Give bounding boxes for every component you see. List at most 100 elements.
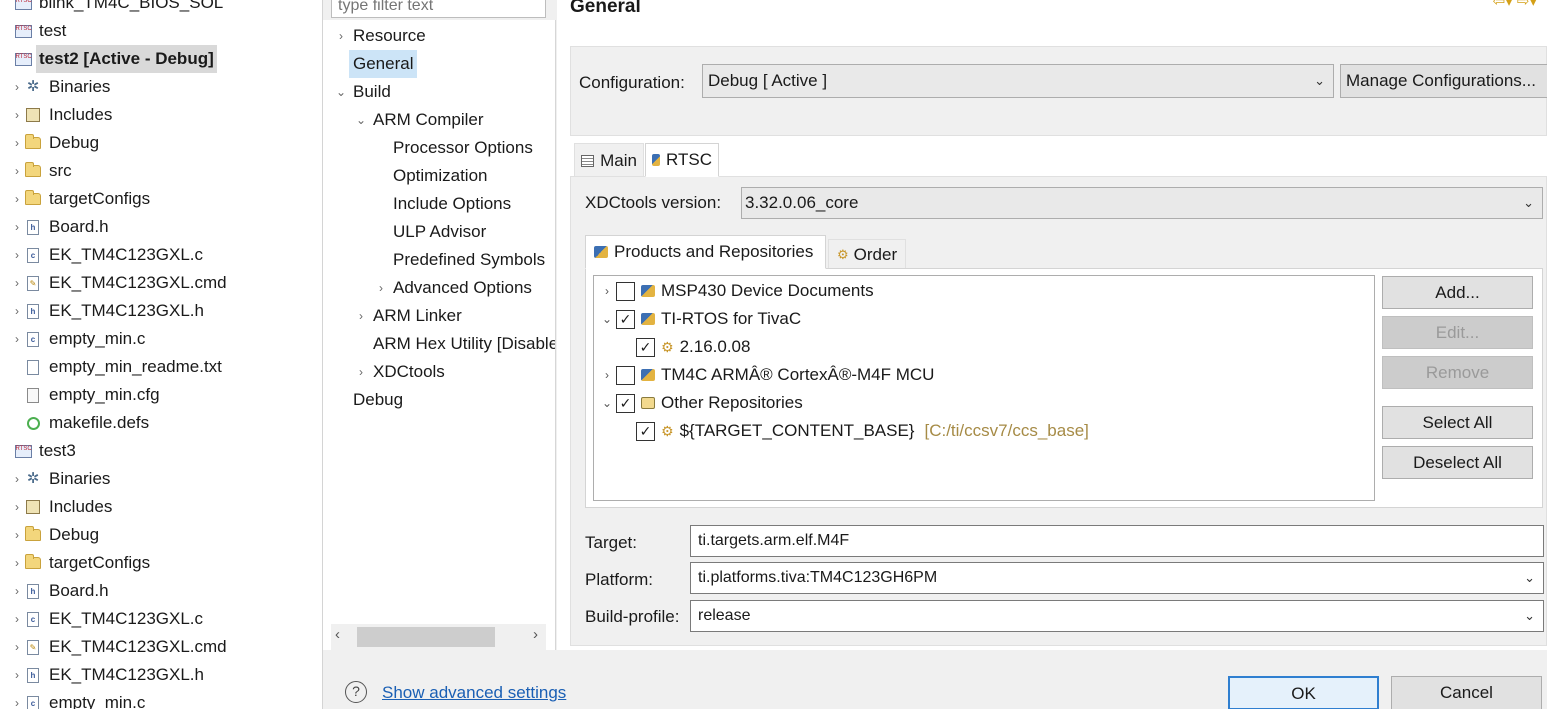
explorer-item[interactable]: › src [0, 157, 322, 185]
repository-item[interactable]: ⌄ ✓ Other Repositories [598, 389, 803, 417]
nav-item[interactable]: General [333, 50, 418, 78]
explorer-item[interactable]: › c empty_min.c [0, 689, 322, 709]
explorer-item[interactable]: empty_min.cfg [0, 381, 322, 409]
nav-item[interactable]: ARM Hex Utility [Disabled] [353, 330, 555, 358]
xdctools-version-select[interactable]: 3.32.0.06_core ⌄ [741, 187, 1543, 219]
explorer-item[interactable]: › ✎ EK_TM4C123GXL.cmd [0, 269, 322, 297]
ok-button[interactable]: OK [1228, 676, 1379, 709]
expand-arrow-icon[interactable]: › [10, 549, 24, 577]
explorer-item[interactable]: › Debug [0, 521, 322, 549]
expand-arrow-icon[interactable]: ⌄ [353, 106, 369, 134]
repository-checkbox[interactable]: ✓ [616, 393, 635, 413]
nav-item[interactable]: Debug [333, 386, 407, 414]
expand-arrow-icon[interactable]: › [10, 157, 24, 185]
scroll-right-icon[interactable]: › [533, 626, 538, 643]
expand-arrow-icon[interactable]: › [10, 633, 24, 661]
build-profile-combo[interactable]: release ⌄ [690, 600, 1544, 632]
scroll-left-icon[interactable]: ‹ [335, 626, 340, 643]
expand-arrow-icon[interactable]: › [10, 213, 24, 241]
help-icon[interactable]: ? [345, 681, 367, 703]
expand-arrow-icon[interactable]: › [10, 661, 24, 689]
explorer-item[interactable]: › Debug [0, 129, 322, 157]
nav-item[interactable]: › ARM Linker [353, 302, 466, 330]
repository-checkbox[interactable] [616, 281, 635, 301]
nav-item[interactable]: › Advanced Options [373, 274, 536, 302]
expand-arrow-icon[interactable]: › [10, 605, 24, 633]
expand-arrow-icon[interactable]: › [598, 361, 616, 389]
expand-arrow-icon[interactable]: › [10, 493, 24, 521]
edit-button[interactable]: Edit... [1382, 316, 1533, 349]
expand-arrow-icon[interactable]: ⌄ [333, 78, 349, 106]
nav-horizontal-scrollbar[interactable]: ‹ › [331, 624, 546, 650]
expand-arrow-icon[interactable]: › [10, 129, 24, 157]
expand-arrow-icon[interactable]: ⌄ [598, 305, 616, 333]
tab-products-and-repositories[interactable]: Products and Repositories [585, 235, 826, 269]
expand-arrow-icon[interactable]: › [10, 521, 24, 549]
expand-arrow-icon[interactable]: › [10, 325, 24, 353]
explorer-item[interactable]: › c EK_TM4C123GXL.c [0, 605, 322, 633]
explorer-item[interactable]: › ✲ Binaries [0, 73, 322, 101]
scrollbar-thumb[interactable] [357, 627, 495, 647]
explorer-item[interactable]: › Includes [0, 101, 322, 129]
expand-arrow-icon[interactable]: › [10, 465, 24, 493]
repository-item[interactable]: ⌄ ✓ TI-RTOS for TivaC [598, 305, 801, 333]
expand-arrow-icon[interactable]: › [10, 73, 24, 101]
explorer-item[interactable]: RTSC test [0, 17, 322, 45]
explorer-item[interactable]: › targetConfigs [0, 549, 322, 577]
nav-item[interactable]: ⌄ Build [333, 78, 395, 106]
expand-arrow-icon[interactable]: › [10, 297, 24, 325]
explorer-item[interactable]: › h EK_TM4C123GXL.h [0, 297, 322, 325]
explorer-item[interactable]: RTSC test3 [0, 437, 322, 465]
explorer-item[interactable]: empty_min_readme.txt [0, 353, 322, 381]
explorer-item[interactable]: › ✎ EK_TM4C123GXL.cmd [0, 633, 322, 661]
repository-item[interactable]: › MSP430 Device Documents [598, 277, 874, 305]
expand-arrow-icon[interactable]: › [10, 241, 24, 269]
explorer-item[interactable]: › h Board.h [0, 213, 322, 241]
repository-checkbox[interactable]: ✓ [616, 309, 635, 329]
select-all-button[interactable]: Select All [1382, 406, 1533, 439]
nav-item[interactable]: Predefined Symbols [373, 246, 549, 274]
deselect-all-button[interactable]: Deselect All [1382, 446, 1533, 479]
repository-item[interactable]: ✓ ⚙ 2.16.0.08 [618, 333, 750, 361]
explorer-item[interactable]: › c empty_min.c [0, 325, 322, 353]
expand-arrow-icon[interactable]: ⌄ [598, 389, 616, 417]
explorer-item[interactable]: › h Board.h [0, 577, 322, 605]
nav-item[interactable]: ULP Advisor [373, 218, 490, 246]
expand-arrow-icon[interactable]: › [10, 577, 24, 605]
repository-item[interactable]: ✓ ⚙ ${TARGET_CONTENT_BASE} [C:/ti/ccsv7/ccs… [618, 417, 1089, 445]
expand-arrow-icon[interactable]: › [373, 274, 389, 302]
nav-item[interactable]: › Resource [333, 22, 430, 50]
target-field[interactable]: ti.targets.arm.elf.M4F [690, 525, 1544, 557]
explorer-item[interactable]: › targetConfigs [0, 185, 322, 213]
explorer-item[interactable]: › c EK_TM4C123GXL.c [0, 241, 322, 269]
explorer-item[interactable]: › ✲ Binaries [0, 465, 322, 493]
explorer-item[interactable]: makefile.defs [0, 409, 322, 437]
repository-checkbox[interactable] [616, 365, 635, 385]
expand-arrow-icon[interactable]: › [333, 22, 349, 50]
expand-arrow-icon[interactable]: › [353, 358, 369, 386]
explorer-item[interactable]: › Includes [0, 493, 322, 521]
explorer-item[interactable]: RTSC test2 [Active - Debug] [0, 45, 322, 73]
expand-arrow-icon[interactable]: › [353, 302, 369, 330]
nav-item[interactable]: › XDCtools [353, 358, 449, 386]
expand-arrow-icon[interactable]: › [10, 269, 24, 297]
remove-button[interactable]: Remove [1382, 356, 1533, 389]
repository-checkbox[interactable]: ✓ [636, 337, 655, 357]
tab-main[interactable]: Main [574, 143, 644, 177]
chevron-down-icon[interactable]: ⌄ [1524, 563, 1535, 593]
expand-arrow-icon[interactable]: › [10, 101, 24, 129]
filter-input[interactable] [331, 0, 546, 18]
back-forward-icon[interactable]: ⇦▾ ⇨▾ [1493, 0, 1537, 10]
nav-item[interactable]: Optimization [373, 162, 491, 190]
configuration-select[interactable]: Debug [ Active ] ⌄ [702, 64, 1334, 98]
repository-tree[interactable]: › MSP430 Device Documents ⌄ ✓ TI-RTOS for Ti… [593, 275, 1375, 501]
nav-item[interactable]: ⌄ ARM Compiler [353, 106, 488, 134]
cancel-button[interactable]: Cancel [1391, 676, 1542, 709]
add-button[interactable]: Add... [1382, 276, 1533, 309]
explorer-item[interactable]: RTSC blink_TM4C_BIOS_SOL [0, 0, 322, 17]
platform-combo[interactable]: ti.platforms.tiva:TM4C123GH6PM ⌄ [690, 562, 1544, 594]
expand-arrow-icon[interactable]: › [598, 277, 616, 305]
expand-arrow-icon[interactable]: › [10, 185, 24, 213]
repository-item[interactable]: › TM4C ARMÂ® CortexÂ®-M4F MCU [598, 361, 934, 389]
explorer-item[interactable]: › h EK_TM4C123GXL.h [0, 661, 322, 689]
